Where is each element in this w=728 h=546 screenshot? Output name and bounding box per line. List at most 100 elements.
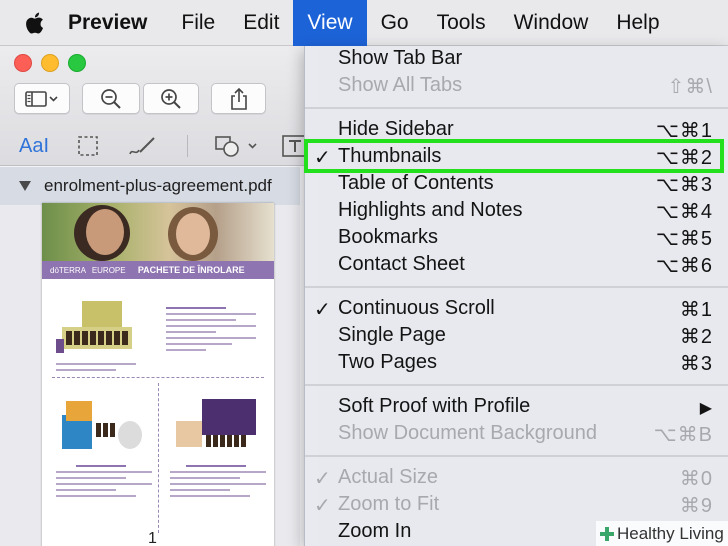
apple-icon xyxy=(26,12,43,34)
sidebar-icon xyxy=(25,90,58,107)
menu-item-contact-sheet[interactable]: Contact Sheet ⌥⌘6 xyxy=(305,252,728,279)
thumbnail-banner: dōTERRA EUROPE PACHETE DE ÎNROLARE xyxy=(42,261,274,279)
menu-item-shortcut: ⌘3 xyxy=(679,353,713,375)
toolbar-divider xyxy=(184,132,190,160)
disclosure-triangle-icon[interactable] xyxy=(18,180,32,192)
menu-item-label: Actual Size xyxy=(338,466,439,488)
menu-tools[interactable]: Tools xyxy=(423,0,500,46)
file-row[interactable]: enrolment-plus-agreement.pdf xyxy=(0,167,300,205)
menu-item-continuous-scroll[interactable]: ✓ Continuous Scroll ⌘1 xyxy=(305,296,728,323)
minimize-button[interactable] xyxy=(41,54,59,72)
menu-item-highlights-and-notes[interactable]: Highlights and Notes ⌥⌘4 xyxy=(305,198,728,225)
menu-item-label: Thumbnails xyxy=(338,145,442,167)
thumbnail-text-block-3 xyxy=(56,465,152,501)
menu-edit[interactable]: Edit xyxy=(229,0,293,46)
zoom-in-icon xyxy=(161,88,181,109)
menu-view[interactable]: View xyxy=(293,0,367,46)
page-number: 1 xyxy=(148,530,157,546)
menu-app-preview[interactable]: Preview xyxy=(58,0,167,46)
menu-item-shortcut: ⌥⌘4 xyxy=(655,201,713,223)
menu-item-shortcut: ⌘0 xyxy=(679,468,713,490)
menu-item-table-of-contents[interactable]: Table of Contents ⌥⌘3 xyxy=(305,171,728,198)
menu-item-shortcut: ⌘1 xyxy=(679,299,713,321)
menu-bar: Preview File Edit View Go Tools Window H… xyxy=(0,0,728,46)
thumbnail-kit-image-3 xyxy=(176,399,256,447)
file-name: enrolment-plus-agreement.pdf xyxy=(44,176,272,195)
menu-item-two-pages[interactable]: Two Pages ⌘3 xyxy=(305,350,728,377)
thumbnail-text-block-2 xyxy=(56,363,146,375)
menu-item-label: Highlights and Notes xyxy=(338,199,523,221)
menu-item-label: Show Document Background xyxy=(338,422,598,444)
menu-item-show-all-tabs: Show All Tabs ⇧⌘\ xyxy=(305,73,728,100)
menu-item-hide-sidebar[interactable]: Hide Sidebar ⌥⌘1 xyxy=(305,117,728,144)
titlebar: AaI xyxy=(0,46,319,166)
shapes-tool[interactable] xyxy=(212,132,262,160)
menu-item-shortcut: ⌥⌘6 xyxy=(655,255,713,277)
menu-item-label: Zoom In xyxy=(338,520,412,542)
menu-separator xyxy=(305,455,728,457)
menu-item-bookmarks[interactable]: Bookmarks ⌥⌘5 xyxy=(305,225,728,252)
share-button[interactable] xyxy=(211,83,266,114)
page-thumbnail[interactable]: dōTERRA EUROPE PACHETE DE ÎNROLARE xyxy=(42,203,274,546)
view-menu-dropdown: Show Tab Bar Show All Tabs ⇧⌘\ Hide Side… xyxy=(304,46,728,546)
markup-toolbar: AaI xyxy=(0,126,319,166)
menu-item-label: Contact Sheet xyxy=(338,253,465,275)
checkmark: ✓ xyxy=(314,299,331,321)
zoom-in-button[interactable] xyxy=(143,83,199,114)
menu-window[interactable]: Window xyxy=(500,0,603,46)
menu-item-shortcut: ⌥⌘3 xyxy=(655,174,713,196)
thumbnail-text-block xyxy=(166,307,256,355)
apple-menu[interactable] xyxy=(14,0,58,46)
menu-item-thumbnails[interactable]: ✓ Thumbnails ⌥⌘2 xyxy=(305,144,728,171)
menu-item-shortcut: ⌥⌘1 xyxy=(655,120,713,142)
thumbnail-face-2 xyxy=(176,213,210,255)
close-button[interactable] xyxy=(14,54,32,72)
menu-separator xyxy=(305,384,728,386)
zoom-button[interactable] xyxy=(68,54,86,72)
menu-item-shortcut: ⌥⌘2 xyxy=(655,147,713,169)
menu-item-label: Bookmarks xyxy=(338,226,439,248)
sketch-pen-icon xyxy=(129,137,155,155)
shapes-icon xyxy=(215,136,257,157)
menu-item-label: Show All Tabs xyxy=(338,74,463,96)
rectangular-selection-tool[interactable] xyxy=(74,132,102,160)
thumbnail-divider xyxy=(52,377,264,378)
menu-item-shortcut: ⇧⌘\ xyxy=(667,76,713,98)
menu-item-label: Single Page xyxy=(338,324,446,346)
text-tool-label: AaI xyxy=(18,134,50,157)
sidebar-view-button[interactable] xyxy=(14,83,70,114)
menu-item-show-document-background: Show Document Background ⌥⌘B xyxy=(305,421,728,448)
thumbnail-kit-image xyxy=(56,301,132,353)
checkmark: ✓ xyxy=(314,495,331,517)
thumbnail-text-block-4 xyxy=(170,465,266,501)
menu-item-label: Table of Contents xyxy=(338,172,494,194)
watermark-text: Healthy Living xyxy=(617,523,724,543)
menu-item-single-page[interactable]: Single Page ⌘2 xyxy=(305,323,728,350)
menu-item-shortcut: ⌥⌘5 xyxy=(655,228,713,250)
sketch-tool[interactable] xyxy=(124,132,160,160)
menu-item-label: Two Pages xyxy=(338,351,437,373)
zoom-out-button[interactable] xyxy=(82,83,140,114)
menu-item-actual-size: ✓ Actual Size ⌘0 xyxy=(305,465,728,492)
thumbnail-divider-vertical xyxy=(158,383,159,533)
menu-separator xyxy=(305,107,728,109)
menu-item-label: Hide Sidebar xyxy=(338,118,454,140)
window-controls xyxy=(14,54,86,72)
menu-item-shortcut: ⌥⌘B xyxy=(653,424,713,446)
leaf-plus-icon xyxy=(600,526,614,541)
checkmark: ✓ xyxy=(314,147,331,169)
menu-file[interactable]: File xyxy=(167,0,229,46)
menu-item-zoom-to-fit: ✓ Zoom to Fit ⌘9 xyxy=(305,492,728,519)
menu-help[interactable]: Help xyxy=(602,0,673,46)
menu-item-show-tab-bar[interactable]: Show Tab Bar xyxy=(305,46,728,73)
menu-go[interactable]: Go xyxy=(367,0,423,46)
text-selection-tool[interactable]: AaI xyxy=(14,132,54,160)
menu-item-shortcut: ⌘2 xyxy=(679,326,713,348)
thumbnail-brand: dōTERRA xyxy=(50,266,86,275)
rect-selection-icon xyxy=(78,136,98,156)
menu-item-soft-proof-with-profile[interactable]: Soft Proof with Profile ▶ xyxy=(305,394,728,421)
menu-item-label: Soft Proof with Profile xyxy=(338,395,531,417)
menu-item-label: Show Tab Bar xyxy=(338,47,463,69)
zoom-out-icon xyxy=(101,88,121,109)
share-icon xyxy=(230,87,247,110)
